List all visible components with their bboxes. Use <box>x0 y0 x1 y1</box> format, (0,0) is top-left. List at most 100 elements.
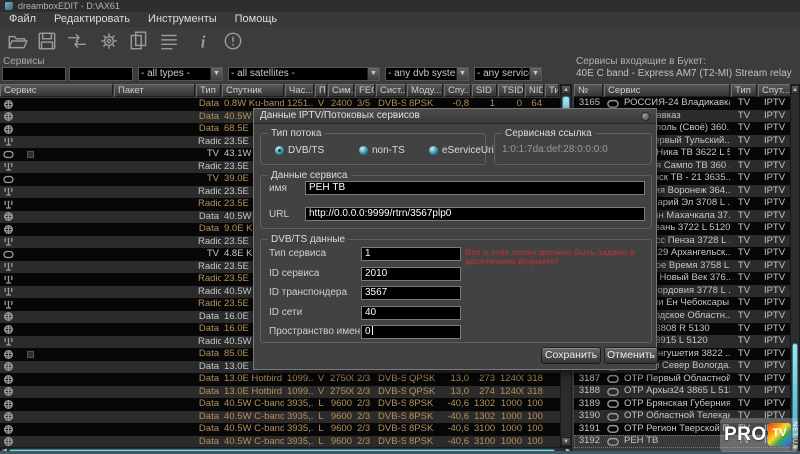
tv-icon <box>3 175 14 184</box>
bouquet-row[interactable]: 3187ОТР Первый Областной Ор...TVIPTV <box>574 373 792 386</box>
table-row[interactable]: Data13.0E Hotbird ...1099...V275002/3DVB… <box>0 373 560 386</box>
menu-2[interactable]: Инструменты <box>139 12 226 26</box>
open-icon[interactable] <box>7 31 29 51</box>
menu-0[interactable]: Файл <box>0 12 45 26</box>
cell: 1099... <box>285 386 314 399</box>
column-header-2[interactable]: Тип <box>196 84 221 97</box>
column-header-6[interactable]: Сим... <box>328 84 354 97</box>
service-type: TV <box>731 398 757 411</box>
radio-icon <box>3 237 14 246</box>
bouquet-name: 40E C band - Express AM7 (T2-MI) Stream … <box>576 68 792 79</box>
cell: TV <box>196 148 221 161</box>
namespace-field[interactable]: 0 <box>361 325 461 339</box>
satellite-filter-select[interactable]: - all satellites -▼ <box>228 67 380 81</box>
radio-icon <box>3 137 14 146</box>
menu-1[interactable]: Редактировать <box>45 12 139 26</box>
bouquet-column-header-2[interactable]: Тип <box>731 84 757 97</box>
close-icon[interactable] <box>641 112 650 121</box>
service-name: ОТР Областной Телеканал ... <box>622 410 730 423</box>
chevron-down-icon[interactable]: ▼ <box>529 68 541 80</box>
column-header-0[interactable]: Сервис <box>0 84 113 97</box>
column-header-7[interactable]: FEC <box>355 84 375 97</box>
column-header-12[interactable]: TSID <box>498 84 524 97</box>
list-icon[interactable] <box>158 31 180 51</box>
save-icon[interactable] <box>36 31 58 51</box>
service-sat: IPTV <box>758 197 791 210</box>
cancel-button[interactable]: Отменить <box>604 347 658 364</box>
bouquet-column-header-0[interactable]: № <box>574 84 603 97</box>
sd-badge-icon <box>607 387 619 396</box>
table-row[interactable]: Data40.5W C-band ...3935,...L96002/3DVB-… <box>0 398 560 411</box>
scroll-up-icon[interactable]: ▲ <box>791 85 799 94</box>
column-header-10[interactable]: Спу... <box>444 84 471 97</box>
radio-dvb-ts[interactable] <box>275 146 284 155</box>
column-header-3[interactable]: Спутник <box>222 84 284 97</box>
type-filter-select[interactable]: - all types -▼ <box>138 67 223 81</box>
service-filter-input[interactable] <box>2 67 66 81</box>
about-icon[interactable] <box>222 31 244 51</box>
cell: Data <box>196 386 221 399</box>
cell: V <box>315 386 327 399</box>
right-vertical-scrollbar[interactable]: ▲ ▼ <box>790 84 800 454</box>
url-label: URL <box>269 209 289 220</box>
bouquet-row[interactable]: 3189ОТР Брянская Губерния 387...TVIPTV <box>574 398 792 411</box>
info-icon[interactable]: i <box>192 31 214 51</box>
data-icon <box>3 225 14 234</box>
service-type: TV <box>731 197 757 210</box>
cell: 8PSK <box>407 398 443 411</box>
cell: Radio <box>196 136 221 149</box>
url-field[interactable]: http://0.0.0.0:9999/rtrn/3567plp0 <box>305 207 645 221</box>
service-type-filter-select[interactable]: - any service -▼ <box>474 67 542 81</box>
menu-3[interactable]: Помощь <box>226 12 287 26</box>
cell: QPSK <box>407 386 443 399</box>
data-icon <box>3 125 14 134</box>
scroll-up-icon[interactable]: ▲ <box>561 85 571 94</box>
service-sat: IPTV <box>758 285 791 298</box>
chevron-down-icon[interactable]: ▼ <box>210 68 222 80</box>
column-header-11[interactable]: SID <box>472 84 497 97</box>
cell: Data <box>196 373 221 386</box>
column-header-1[interactable]: Пакет <box>114 84 195 97</box>
service-sat: IPTV <box>758 348 791 361</box>
transponder-id-field[interactable]: 3567 <box>361 286 461 300</box>
name-field[interactable]: РЕН ТВ <box>305 181 645 195</box>
service-type-field[interactable]: 1 <box>361 247 461 261</box>
transfer-icon[interactable] <box>66 31 88 51</box>
data-icon <box>3 412 14 421</box>
column-header-9[interactable]: Моду... <box>407 84 443 97</box>
dvb-system-filter-select[interactable]: - any dvb system -▼ <box>385 67 469 81</box>
column-header-8[interactable]: Сист... <box>376 84 406 97</box>
watermark-pro-text: PRO <box>724 424 767 446</box>
cell: -40,6 <box>444 398 471 411</box>
column-header-13[interactable]: NID <box>525 84 544 97</box>
bouquet-column-header-3[interactable]: Спут... <box>758 84 791 97</box>
table-row[interactable]: Data40.5W C-band ...3935,...L96002/3DVB-… <box>0 411 560 424</box>
table-row[interactable]: Data13.0E Hotbird ...1099...V275002/3DVB… <box>0 386 560 399</box>
app-icon <box>5 2 13 10</box>
service-type: TV <box>731 97 757 110</box>
radio-non-ts[interactable] <box>359 146 368 155</box>
copy-icon[interactable] <box>128 31 150 51</box>
radio-eserviceuri[interactable] <box>429 146 438 155</box>
bouquet-row[interactable]: 3188ОТР Архыз24 3865 L 5130TVIPTV <box>574 385 792 398</box>
column-header-4[interactable]: Час... <box>285 84 314 97</box>
column-header-5[interactable]: П... <box>315 84 327 97</box>
watermark-tv-logo: TV <box>768 423 791 446</box>
column-header-14[interactable]: Тип <box>545 84 559 97</box>
service-type: TV <box>731 335 757 348</box>
settings-icon[interactable] <box>98 31 120 51</box>
cell: 100 <box>525 398 544 411</box>
svg-text:i: i <box>201 33 206 51</box>
save-button[interactable]: Сохранить <box>541 347 601 364</box>
table-row[interactable]: Data40.5W C-band ...3935,...L96002/3DVB-… <box>0 423 560 436</box>
network-id-field[interactable]: 40 <box>361 306 461 320</box>
scroll-down-icon[interactable]: ▼ <box>561 437 571 446</box>
protv-watermark: PRO TV NET.UA <box>720 418 798 452</box>
bouquet-column-header-1[interactable]: Сервис <box>604 84 730 97</box>
chevron-down-icon[interactable]: ▼ <box>456 68 468 80</box>
chevron-down-icon[interactable]: ▼ <box>367 68 379 80</box>
service-sat: IPTV <box>758 110 791 123</box>
service-id-field[interactable]: 2010 <box>361 267 461 281</box>
package-filter-input[interactable] <box>69 67 133 81</box>
data-icon <box>3 400 14 409</box>
